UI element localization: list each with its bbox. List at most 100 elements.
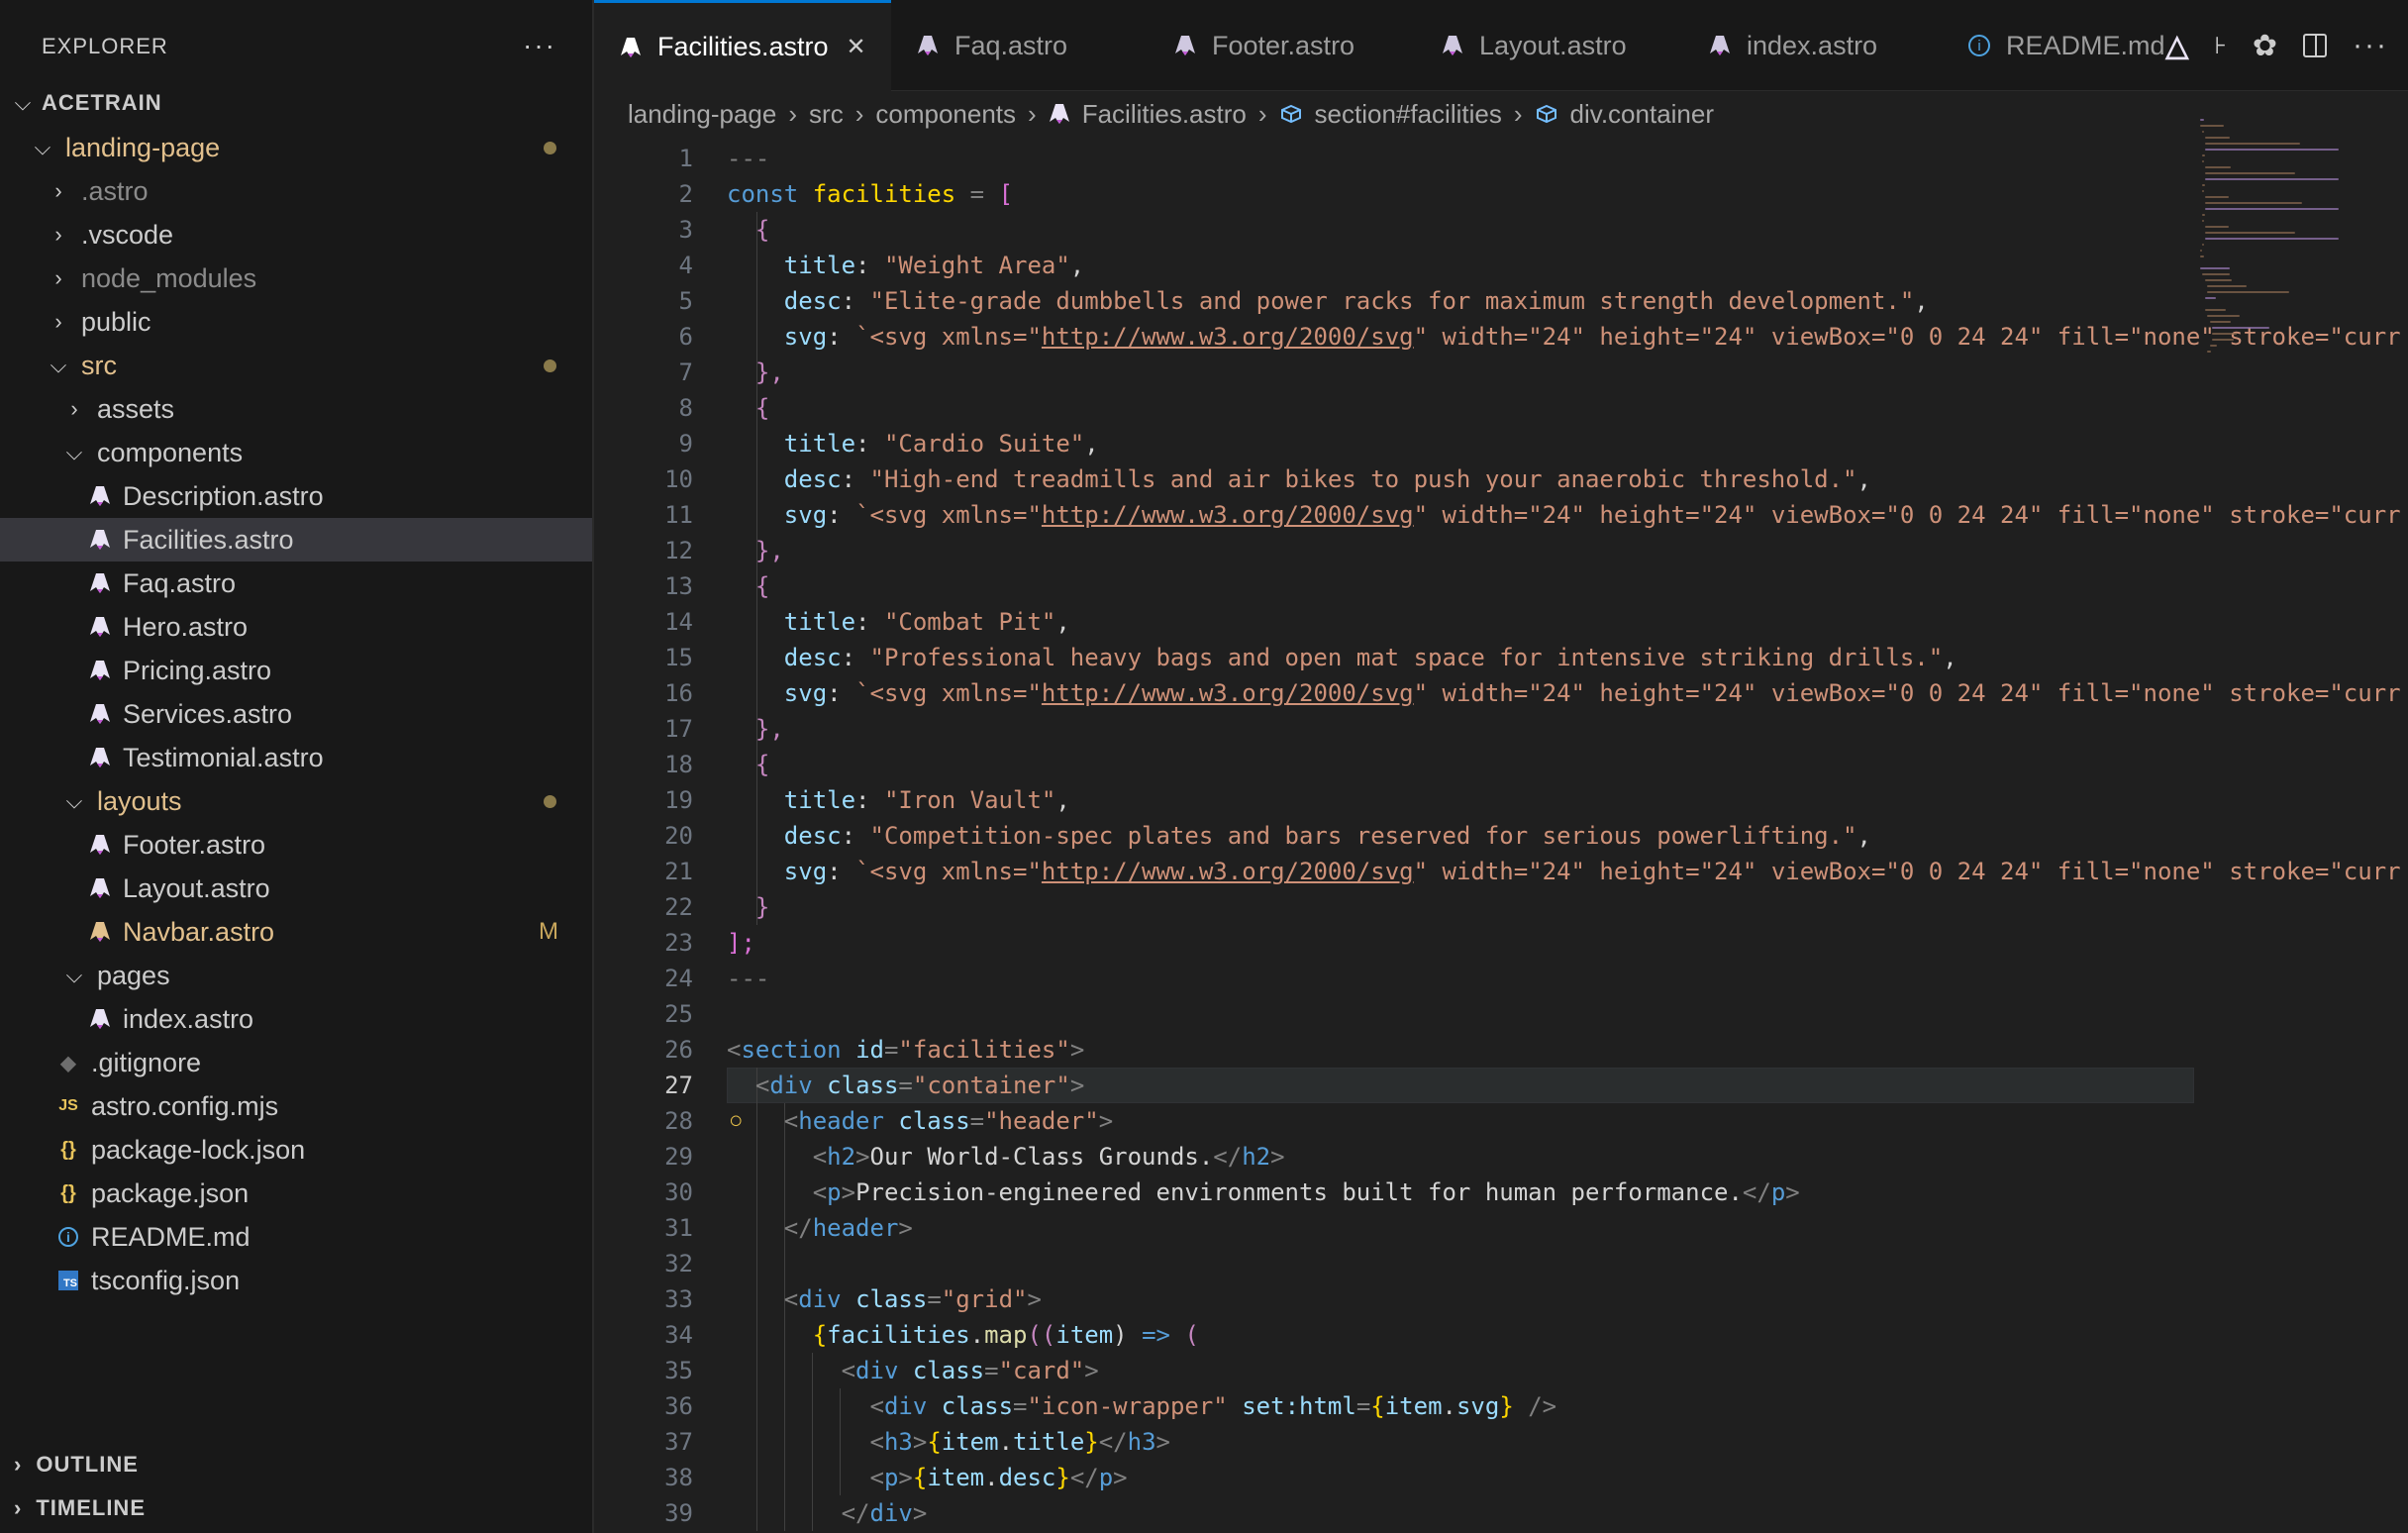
lightbulb-icon[interactable]: ○ [729, 1107, 744, 1135]
tree-folder[interactable]: ⌵ components [0, 431, 592, 474]
tree-file[interactable]: Footer.astro [0, 823, 592, 867]
tree-file[interactable]: JS astro.config.mjs [0, 1084, 592, 1128]
tab-faq-astro[interactable]: Faq.astro [891, 0, 1149, 91]
code-editor[interactable]: 1 2 3 4 5 6 7 8 9 10 11 12 13 14 15 16 17 18 19 20 21 22 23 24 2… [594, 137, 2408, 1533]
minimap[interactable] [2200, 119, 2398, 614]
tree-file[interactable]: Pricing.astro [0, 649, 592, 692]
breadcrumb-item[interactable]: section#facilities [1279, 99, 1502, 130]
code-line[interactable]: </header> [727, 1210, 913, 1246]
code-line[interactable]: desc: "Competition-spec plates and bars … [727, 818, 1871, 854]
code-line[interactable]: { [727, 747, 769, 782]
line-number: 10 [664, 465, 693, 493]
code-token: = [1355, 1392, 1371, 1420]
code-line[interactable]: desc: "High-end treadmills and air bikes… [727, 461, 1871, 497]
tree-file[interactable]: Description.astro [0, 474, 592, 518]
code-line[interactable]: <p>Precision-engineered environments bui… [727, 1175, 1800, 1210]
tab-footer-astro[interactable]: Footer.astro [1149, 0, 1416, 91]
code-token: }, [754, 715, 784, 743]
code-line[interactable]: title: "Weight Area", [727, 248, 1084, 283]
tree-folder[interactable]: ⌵ pages [0, 954, 592, 997]
code-line[interactable]: }, [727, 711, 784, 747]
code-line[interactable]: ]; [727, 925, 755, 961]
code-line[interactable]: --- [727, 961, 769, 996]
code-line[interactable]: </div> [727, 1495, 928, 1531]
tree-file[interactable]: {} package-lock.json [0, 1128, 592, 1172]
code-line[interactable]: {facilities.map((item) => ( [727, 1317, 1199, 1353]
split-editor-icon[interactable] [2303, 34, 2328, 57]
tree-folder[interactable]: ⌵ layouts [0, 779, 592, 823]
code-line[interactable]: const facilities = [ [727, 176, 1013, 212]
more-actions-icon[interactable]: ··· [2353, 29, 2388, 62]
tree-folder[interactable]: › .astro [0, 169, 592, 213]
workspace-root[interactable]: ⌵ ACETRAIN [0, 81, 592, 125]
code-line[interactable]: svg: `<svg xmlns="http://www.w3.org/2000… [727, 497, 2401, 533]
code-line[interactable]: { [727, 568, 769, 604]
tree-file[interactable]: Faq.astro [0, 562, 592, 605]
tree-file[interactable]: Facilities.astro [0, 518, 592, 562]
code-token: } [1499, 1392, 1514, 1420]
code-line[interactable]: title: "Combat Pit", [727, 604, 1070, 640]
code-line[interactable]: desc: "Elite-grade dumbbells and power r… [727, 283, 1929, 319]
code-token: http://www.w3.org/2000/svg [1041, 679, 1414, 707]
tree-file[interactable]: {} package.json [0, 1172, 592, 1215]
breadcrumb-item[interactable]: div.container [1535, 99, 1714, 130]
code-token: "Iron Vault" [883, 786, 1056, 814]
code-line[interactable]: svg: `<svg xmlns="http://www.w3.org/2000… [727, 854, 2401, 889]
code-line[interactable]: <header class="header"> [727, 1103, 1113, 1139]
code-line[interactable]: <div class="icon-wrapper" set:html={item… [727, 1388, 1557, 1424]
tab-index-astro[interactable]: index.astro [1683, 0, 1943, 91]
tree-folder[interactable]: › node_modules [0, 256, 592, 300]
code-line[interactable]: } [727, 889, 769, 925]
breadcrumb-item[interactable]: src [809, 99, 844, 130]
code-line[interactable]: <h3>{item.title}</h3> [727, 1424, 1170, 1460]
git-icon: ◆ [60, 1052, 76, 1074]
minimap-line [2202, 273, 2230, 275]
breadcrumb-item[interactable]: components [875, 99, 1016, 130]
tree-file[interactable]: Hero.astro [0, 605, 592, 649]
breadcrumb-item[interactable]: Facilities.astro [1049, 99, 1247, 130]
code-line[interactable]: <h2>Our World-Class Grounds.</h2> [727, 1139, 1285, 1175]
tree-file[interactable]: Layout.astro [0, 867, 592, 910]
code-line[interactable]: <div class="grid"> [727, 1281, 1042, 1317]
code-line[interactable]: svg: `<svg xmlns="http://www.w3.org/2000… [727, 319, 2401, 355]
tree-file[interactable]: Services.astro [0, 692, 592, 736]
code-line[interactable]: <div class="card"> [727, 1353, 1099, 1388]
more-actions-icon[interactable]: ··· [523, 30, 556, 61]
chatgpt-icon[interactable]: ✿ [2253, 29, 2277, 63]
outline-section[interactable]: › OUTLINE [14, 1452, 139, 1478]
code-line[interactable]: svg: `<svg xmlns="http://www.w3.org/2000… [727, 675, 2401, 711]
code-line[interactable]: <section id="facilities"> [727, 1032, 1084, 1068]
tab-facilities-astro[interactable]: Facilities.astro ✕ [594, 0, 891, 91]
breadcrumb-item[interactable]: landing-page [628, 99, 776, 130]
timeline-section[interactable]: › TIMELINE [14, 1495, 146, 1521]
code-line[interactable]: title: "Iron Vault", [727, 782, 1070, 818]
code-line[interactable]: }, [727, 355, 784, 390]
tree-file[interactable]: Testimonial.astro [0, 736, 592, 779]
code-token: svg [783, 858, 828, 885]
code-line[interactable]: <div class="container"> [727, 1068, 1084, 1103]
code-line[interactable]: <p>{item.desc}</p> [727, 1460, 1128, 1495]
code-line[interactable]: }, [727, 533, 784, 568]
code-line[interactable]: title: "Cardio Suite", [727, 426, 1099, 461]
run-icon[interactable]: ⊦ [2214, 32, 2227, 60]
tree-file[interactable]: ◆ .gitignore [0, 1041, 592, 1084]
info-icon: i [55, 1227, 81, 1247]
tree-file[interactable]: Navbar.astro M [0, 910, 592, 954]
tree-file[interactable]: i README.md [0, 1215, 592, 1259]
tree-folder[interactable]: › public [0, 300, 592, 344]
tab-layout-astro[interactable]: Layout.astro [1416, 0, 1683, 91]
code-line[interactable]: { [727, 212, 769, 248]
tree-file[interactable]: TS tsconfig.json [0, 1259, 592, 1302]
tree-folder[interactable]: › .vscode [0, 213, 592, 256]
close-icon[interactable]: ✕ [847, 33, 866, 61]
code-line[interactable]: { [727, 390, 769, 426]
code-line[interactable]: desc: "Professional heavy bags and open … [727, 640, 1957, 675]
tree-file[interactable]: index.astro [0, 997, 592, 1041]
tree-folder[interactable]: › assets [0, 387, 592, 431]
code-line[interactable]: --- [727, 141, 769, 176]
code-token: < [783, 1285, 799, 1313]
tree-folder[interactable]: ⌵ landing-page [0, 126, 592, 169]
tree-folder[interactable]: ⌵ src [0, 344, 592, 387]
